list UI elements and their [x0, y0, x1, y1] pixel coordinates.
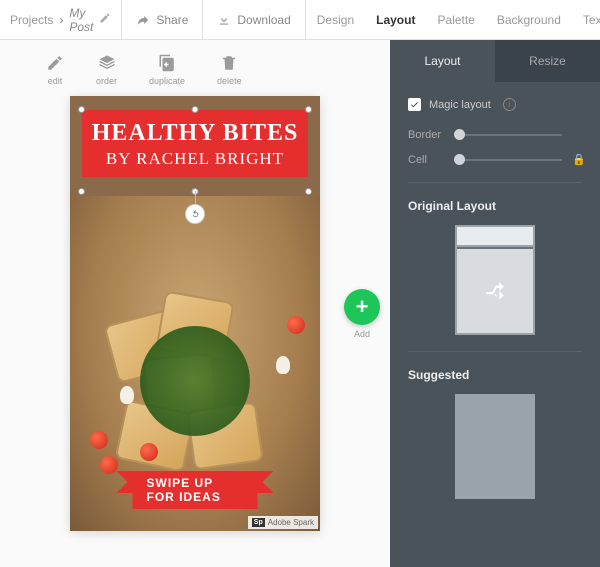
download-label: Download [237, 13, 290, 27]
add-label: Add [354, 329, 370, 339]
tab-palette[interactable]: Palette [426, 0, 485, 39]
share-button[interactable]: Share [122, 0, 203, 39]
download-icon [217, 13, 231, 27]
magic-layout-row: Magic layout i [408, 98, 582, 111]
original-layout-thumb[interactable] [455, 225, 535, 335]
breadcrumb: Projects › My Post [0, 0, 122, 39]
suggested-title: Suggested [408, 368, 582, 382]
divider [408, 182, 582, 183]
resize-handle-tm[interactable] [192, 106, 199, 113]
pencil-icon [46, 54, 64, 72]
panel-tab-resize[interactable]: Resize [495, 40, 600, 82]
delete-tool[interactable]: delete [201, 50, 258, 90]
rotate-connector [195, 191, 196, 205]
edit-tool[interactable]: edit [30, 50, 80, 90]
divider [408, 351, 582, 352]
order-label: order [96, 76, 117, 86]
duplicate-icon [158, 54, 176, 72]
breadcrumb-current[interactable]: My Post [69, 6, 93, 34]
border-slider-row: Border [408, 129, 582, 141]
magic-layout-label: Magic layout [429, 99, 491, 111]
chevron-right-icon: › [59, 13, 63, 27]
resize-handle-bl[interactable] [78, 188, 85, 195]
top-bar: Projects › My Post Share Download Design… [0, 0, 600, 40]
tab-background[interactable]: Background [486, 0, 572, 39]
design-canvas[interactable]: HEALTHY BITES BY RACHEL BRIGHT SWIPE UP … [70, 96, 320, 531]
border-label: Border [408, 129, 444, 141]
add-button[interactable]: + Add [344, 289, 380, 339]
magic-layout-checkbox[interactable] [408, 98, 421, 111]
subtitle-text: BY RACHEL BRIGHT [88, 149, 302, 169]
edit-label: edit [48, 76, 63, 86]
canvas-wrapper: HEALTHY BITES BY RACHEL BRIGHT SWIPE UP … [70, 96, 320, 531]
duplicate-tool[interactable]: duplicate [133, 50, 201, 90]
resize-handle-tr[interactable] [305, 106, 312, 113]
order-tool[interactable]: order [80, 50, 133, 90]
lock-icon[interactable]: 🔒 [572, 153, 582, 166]
cell-slider[interactable] [454, 159, 562, 161]
trash-icon [220, 54, 238, 72]
canvas-area: edit order duplicate delete [0, 40, 390, 567]
watermark-badge: Sp [252, 518, 265, 527]
tab-design[interactable]: Design [306, 0, 365, 39]
cell-slider-row: Cell 🔒 [408, 153, 582, 166]
share-label: Share [156, 13, 188, 27]
original-layout-title: Original Layout [408, 199, 582, 213]
breadcrumb-root[interactable]: Projects [10, 13, 53, 27]
editor-tabs: Design Layout Palette Background Text [306, 0, 600, 39]
watermark: Sp Adobe Spark [248, 516, 318, 529]
food-illustration [90, 256, 300, 451]
watermark-text: Adobe Spark [268, 518, 314, 527]
panel-body: Magic layout i Border Cell 🔒 Original La… [390, 82, 600, 567]
layers-icon [98, 54, 116, 72]
panel-tab-layout[interactable]: Layout [390, 40, 495, 82]
duplicate-label: duplicate [149, 76, 185, 86]
resize-handle-tl[interactable] [78, 106, 85, 113]
plus-icon: + [344, 289, 380, 325]
tab-layout[interactable]: Layout [365, 0, 426, 39]
title-text: HEALTHY BITES [88, 120, 302, 147]
share-icon [136, 13, 150, 27]
panel-tabs: Layout Resize [390, 40, 600, 82]
title-block[interactable]: HEALTHY BITES BY RACHEL BRIGHT [82, 110, 308, 177]
cell-label: Cell [408, 154, 444, 166]
border-slider[interactable] [454, 134, 562, 136]
suggested-layout-thumb[interactable] [455, 394, 535, 499]
tab-text[interactable]: Text [572, 0, 600, 39]
info-icon[interactable]: i [503, 98, 516, 111]
shuffle-icon [482, 278, 508, 304]
delete-label: delete [217, 76, 242, 86]
canvas-toolbar: edit order duplicate delete [0, 50, 258, 90]
rotate-handle[interactable] [185, 204, 205, 224]
side-panel: Layout Resize Magic layout i Border Cell… [390, 40, 600, 567]
pencil-icon[interactable] [99, 12, 111, 27]
ribbon-banner[interactable]: SWIPE UP FOR IDEAS [133, 471, 258, 509]
resize-handle-br[interactable] [305, 188, 312, 195]
main-area: edit order duplicate delete [0, 40, 600, 567]
download-button[interactable]: Download [203, 0, 305, 39]
